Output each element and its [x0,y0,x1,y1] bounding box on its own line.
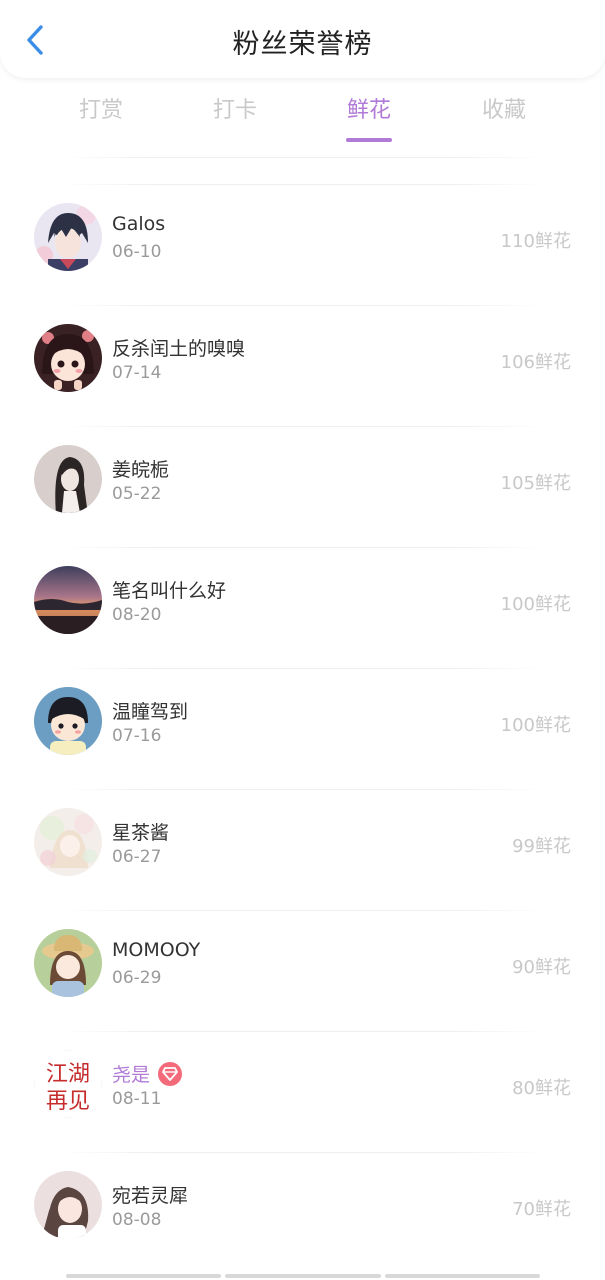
tab-bar: 打赏 打卡 鲜花 收藏 [0,84,605,144]
list-item[interactable]: 姜皖栀 05-22 105鲜花 [0,426,605,547]
fan-ranking-list: Galos 06-10 110鲜花 反杀闰土的嗅嗅 07-14 106鲜花 姜皖… [0,184,605,1273]
fan-name: 宛若灵犀 [112,1181,188,1208]
fan-date: 08-08 [112,1210,162,1230]
tab-favorites[interactable]: 收藏 [459,92,549,124]
list-item[interactable]: 温瞳驾到 07-16 100鲜花 [0,668,605,789]
fan-date: 08-20 [112,605,162,625]
flower-count: 105鲜花 [500,473,571,494]
diamond-badge-icon [158,1061,183,1086]
home-indicator-segment [66,1274,222,1278]
ink-girl-avatar-icon [34,445,102,513]
tab-checkin[interactable]: 打卡 [190,92,280,124]
avatar[interactable] [34,566,102,634]
flower-count: 80鲜花 [512,1078,571,1099]
fan-name-text: 姜皖栀 [112,459,170,481]
list-item[interactable]: 宛若灵犀 08-08 70鲜花 [0,1152,605,1273]
page-title: 粉丝荣誉榜 [232,29,373,60]
fan-name: 姜皖栀 [112,455,169,482]
cartoon-kid-avatar-icon [34,687,102,755]
avatar-calligraphy-top: 江湖 [46,1062,90,1087]
pastel-girl-avatar-icon [34,808,102,876]
hat-girl-avatar-icon [34,929,102,997]
fan-name-text: Galos [112,213,166,235]
fan-date: 05-22 [112,484,162,504]
anime-boy-avatar-icon [34,203,102,271]
home-indicator-segment [225,1274,381,1278]
active-tab-indicator [346,138,392,142]
flower-count: 110鲜花 [500,231,571,252]
avatar[interactable] [34,808,102,876]
list-item[interactable]: 江湖 再见 尧是 08-11 80鲜花 [0,1031,605,1152]
fan-date: 06-27 [112,847,162,867]
tab-reward[interactable]: 打赏 [56,92,146,124]
avatar[interactable] [34,687,102,755]
fan-honor-page: 粉丝荣誉榜 打赏 打卡 鲜花 收藏 Galos 06-10 110鲜花 反杀闰土… [0,0,605,1280]
calligraphy-avatar-icon: 江湖 再见 [34,1050,102,1118]
sunset-lake-avatar-icon [34,566,102,634]
list-item[interactable]: Galos 06-10 110鲜花 [0,184,605,305]
flower-count: 99鲜花 [512,836,571,857]
flower-count: 90鲜花 [512,957,571,978]
fan-name-text: 尧是 [112,1064,151,1086]
flower-count: 100鲜花 [500,715,571,736]
home-indicator-segment [384,1274,540,1278]
fan-name-text: 反杀闰土的嗅嗅 [112,338,246,360]
avatar-calligraphy-bottom: 再见 [46,1089,90,1114]
avatar[interactable] [34,445,102,513]
braid-girl-avatar-icon [34,1171,102,1239]
tab-flowers[interactable]: 鲜花 [324,92,414,142]
cartoon-girl-avatar-icon [34,324,102,392]
fan-date: 07-14 [112,363,162,383]
fan-name-text: 笔名叫什么好 [112,580,227,602]
fan-name: 反杀闰土的嗅嗅 [112,334,245,361]
avatar[interactable] [34,1171,102,1239]
fan-name: 星茶酱 [112,818,169,845]
list-item[interactable]: 笔名叫什么好 08-20 100鲜花 [0,547,605,668]
fan-name-text: 温瞳驾到 [112,701,189,723]
fan-name-text: 宛若灵犀 [112,1185,189,1207]
fan-date: 07-16 [112,726,162,746]
fan-name: 笔名叫什么好 [112,576,226,603]
fan-name: Galos [112,213,165,235]
fan-date: 06-10 [112,242,162,262]
fan-name: MOMOOY [112,939,200,961]
list-item[interactable]: 反杀闰土的嗅嗅 07-14 106鲜花 [0,305,605,426]
flower-count: 106鲜花 [500,352,571,373]
fan-name: 尧是 [112,1060,183,1087]
list-item[interactable]: 星茶酱 06-27 99鲜花 [0,789,605,910]
avatar[interactable]: 江湖 再见 [34,1050,102,1118]
avatar[interactable] [34,324,102,392]
fan-name: 温瞳驾到 [112,697,188,724]
top-bar: 粉丝荣誉榜 [0,0,605,78]
fan-name-text: 星茶酱 [112,822,170,844]
fan-date: 06-29 [112,968,162,988]
tabs-divider [60,157,545,158]
tab-flowers-label: 鲜花 [346,98,391,123]
avatar[interactable] [34,929,102,997]
avatar[interactable] [34,203,102,271]
flower-count: 70鲜花 [512,1199,571,1220]
fan-name-text: MOMOOY [112,939,201,961]
list-item[interactable]: MOMOOY 06-29 90鲜花 [0,910,605,1031]
flower-count: 100鲜花 [500,594,571,615]
home-indicator [66,1274,540,1278]
fan-date: 08-11 [112,1089,162,1109]
